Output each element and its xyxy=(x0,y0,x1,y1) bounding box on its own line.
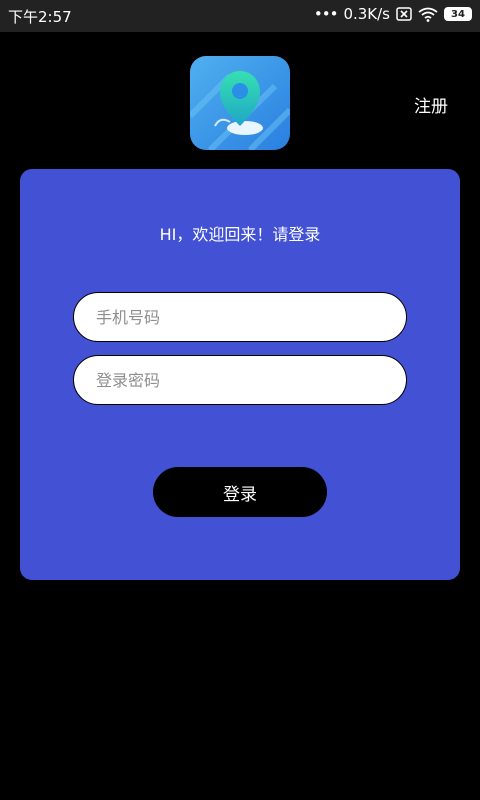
password-input[interactable] xyxy=(73,355,407,405)
app-logo xyxy=(190,56,290,150)
welcome-message: HI，欢迎回来！请登录 xyxy=(159,225,321,244)
login-card: HI，欢迎回来！请登录 登录 xyxy=(20,169,460,580)
location-pin-icon xyxy=(190,56,290,150)
status-indicators: ••• 0.3K/s 34 xyxy=(314,5,472,23)
notification-dots: ••• xyxy=(313,5,339,23)
login-screen: 下午2:57 ••• 0.3K/s 34 注册 HI，欢迎回来！请登录 手机号码… xyxy=(0,0,480,800)
status-time: 下午2:57 xyxy=(8,8,72,26)
wifi-icon xyxy=(418,7,438,22)
register-link[interactable]: 注册 xyxy=(414,92,448,117)
network-speed: 0.3K/s xyxy=(343,5,390,23)
login-button[interactable]: 登录 xyxy=(153,467,327,517)
sim-blocked-icon xyxy=(396,7,412,21)
status-bar: 下午2:57 ••• 0.3K/s 34 xyxy=(0,0,480,32)
phone-input[interactable] xyxy=(73,292,407,342)
battery-icon: 34 xyxy=(444,7,472,21)
